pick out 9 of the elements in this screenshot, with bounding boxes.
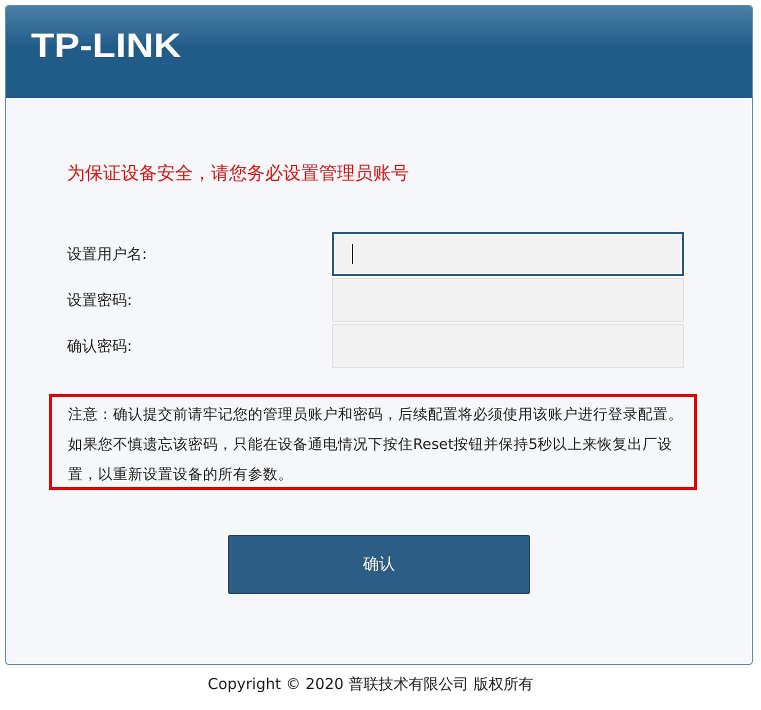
input-field[interactable] — [332, 232, 684, 276]
logo: TP-LINK — [31, 28, 182, 64]
warning-text: 为保证设备安全，请您务必设置管理员账号 — [67, 162, 410, 186]
confirm-button[interactable]: 确认 — [228, 535, 530, 594]
field-label: 设置密码: — [67, 290, 134, 310]
field-label: 设置用户名: — [67, 244, 148, 264]
field-label: 确认密码: — [67, 336, 134, 356]
notice-text: 注意：确认提交前请牢记您的管理员账户和密码，后续配置将必须使用该账户进行登录配置。如果您不慎遗忘该密码，只能在设备通电情况下按住Reset按钮并保持5秒以上来恢复出厂设置，以重新设置设备的所有参数。 — [49, 394, 697, 490]
copyright-text: Copyright © 2020 普联技术有限公司 版权所有 — [208, 675, 534, 693]
